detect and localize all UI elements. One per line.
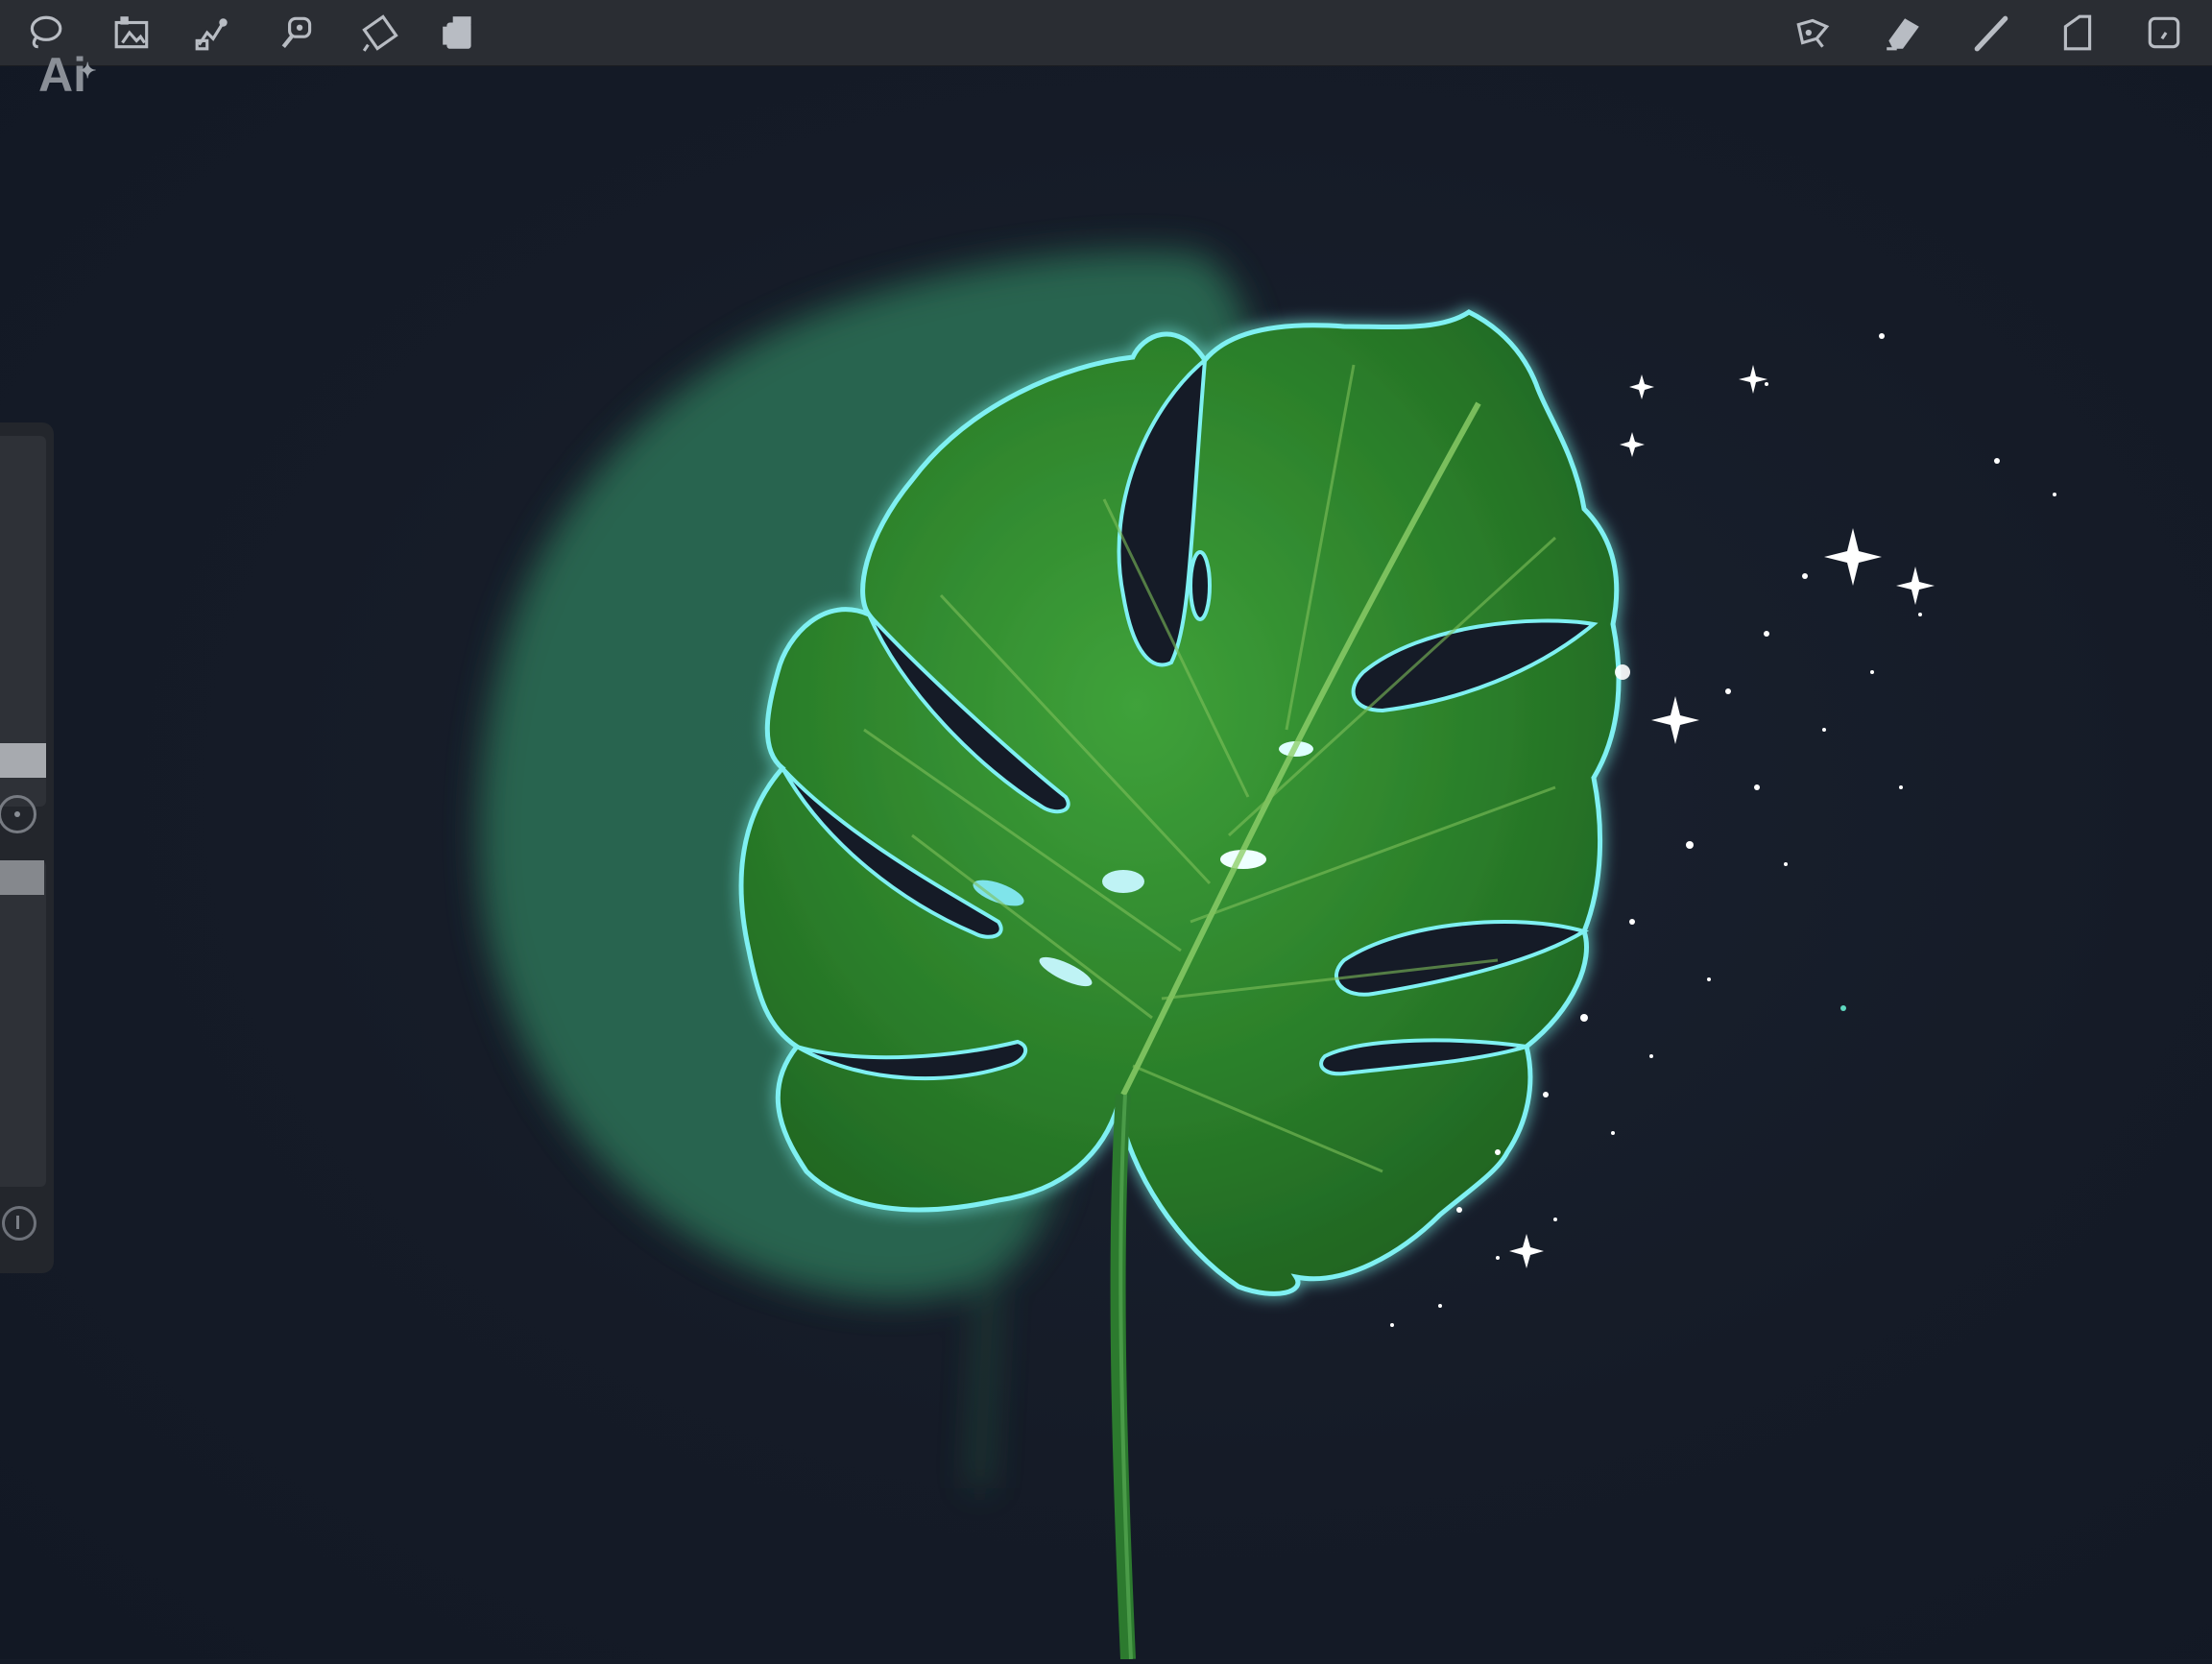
adjustments-icon	[195, 18, 228, 51]
transform-icon	[281, 16, 312, 49]
brush-button[interactable]	[1966, 8, 2016, 58]
brush-size-thumb[interactable]	[0, 743, 46, 778]
eraser-icon	[1887, 18, 1919, 51]
layers-button[interactable]	[434, 8, 484, 58]
smudge-button[interactable]	[1788, 8, 1838, 58]
drawing-canvas[interactable]	[0, 0, 2212, 1660]
sparkle-icon: ✦	[79, 59, 97, 83]
brush-opacity-slider[interactable]	[0, 860, 46, 1187]
actions-icon	[362, 14, 398, 52]
color-swatch-icon	[2148, 16, 2180, 49]
artwork	[479, 251, 2056, 1660]
layers-panel-button[interactable]	[2053, 8, 2103, 58]
eraser-button[interactable]	[1878, 8, 1928, 58]
color-button[interactable]	[2139, 8, 2189, 58]
actions-button[interactable]	[355, 8, 405, 58]
gallery-icon	[114, 16, 149, 49]
layers-panel-icon	[2063, 14, 2092, 51]
adjustments-button[interactable]	[188, 8, 238, 58]
ai-badge: Ai ✦	[38, 46, 106, 104]
brush-opacity-thumb[interactable]	[0, 860, 44, 895]
brush-sidebar	[0, 422, 54, 1273]
brush-icon	[1974, 15, 2008, 52]
modify-button[interactable]	[0, 795, 36, 833]
layers-icon	[443, 16, 471, 49]
brush-size-slider[interactable]	[0, 436, 46, 807]
transform-button[interactable]	[273, 8, 323, 58]
undo-button[interactable]	[2, 1206, 36, 1241]
gallery-button[interactable]	[108, 8, 157, 58]
smudge-icon	[1796, 18, 1830, 48]
top-toolbar	[0, 0, 2212, 66]
